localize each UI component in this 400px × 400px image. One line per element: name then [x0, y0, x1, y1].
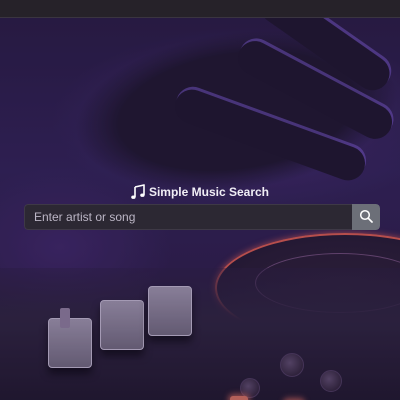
search-input[interactable]	[24, 204, 352, 230]
music-note-icon	[131, 184, 145, 200]
search-icon	[359, 209, 373, 226]
app-header: Simple Music Search	[0, 183, 400, 201]
search-bar	[24, 204, 380, 230]
app-title: Simple Music Search	[148, 185, 270, 199]
top-bar	[0, 0, 400, 18]
search-button[interactable]	[352, 204, 380, 230]
